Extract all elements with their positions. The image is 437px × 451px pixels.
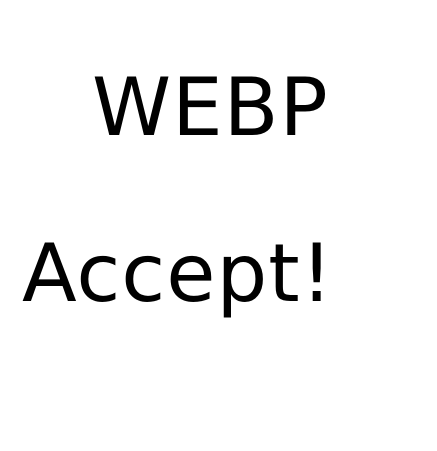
headline-webp: WEBP [92, 61, 329, 154]
image-canvas: WEBP Accept! [0, 0, 437, 451]
headline-accept: Accept! [22, 227, 334, 320]
